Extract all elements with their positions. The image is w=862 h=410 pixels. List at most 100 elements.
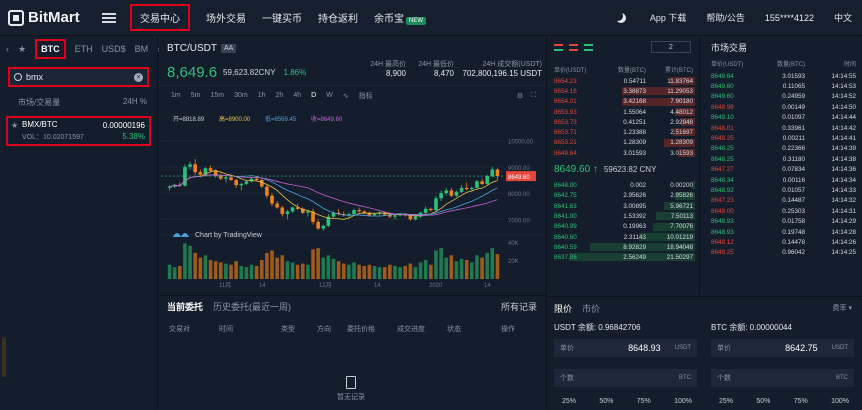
book-view-both-icon[interactable] bbox=[554, 43, 563, 51]
book-bids-row[interactable]: 8641.63 3.00895 5.96721 bbox=[548, 201, 699, 211]
sell-price-input[interactable]: 单价 8642.75 USDT bbox=[711, 339, 854, 357]
app-download-menu[interactable]: App 下载 bbox=[650, 11, 687, 24]
settings-gear-icon[interactable]: ⚙ bbox=[517, 92, 523, 100]
book-asks-row[interactable]: 8654.16 3.38873 11.29053 bbox=[548, 86, 699, 96]
nav-trade-center[interactable]: 交易中心 bbox=[130, 4, 190, 31]
chevron-left-icon[interactable]: ‹ bbox=[6, 44, 9, 54]
volume-bar bbox=[208, 260, 213, 279]
buy-qty-input[interactable]: 个数 BTC bbox=[554, 369, 697, 387]
hamburger-menu-icon[interactable] bbox=[102, 11, 116, 25]
buy-pct-75[interactable]: 75% bbox=[637, 398, 651, 405]
tab-limit[interactable]: 限价 bbox=[554, 302, 572, 315]
interval-2h[interactable]: 2h bbox=[276, 92, 284, 99]
trade-time: 14:14:38 bbox=[831, 155, 856, 163]
candle-body bbox=[444, 190, 449, 194]
candle-body bbox=[244, 181, 249, 184]
line-style-icon[interactable]: ∿ bbox=[343, 92, 349, 100]
dark-mode-icon[interactable] bbox=[616, 13, 626, 23]
tab-market[interactable]: 市价 bbox=[582, 302, 600, 315]
nav-savings[interactable]: 余币宝 NEW bbox=[374, 10, 426, 25]
trade-qty: 0.22366 bbox=[782, 145, 805, 153]
buy-qty-unit: BTC bbox=[679, 375, 691, 381]
book-asks-row[interactable]: 8653.21 1.28309 1.28309 bbox=[548, 138, 699, 148]
sell-pct-75[interactable]: 75% bbox=[794, 398, 808, 405]
interval-5m[interactable]: 5m bbox=[191, 92, 201, 99]
book-bids-row[interactable]: 8641.00 1.53392 7.50113 bbox=[548, 211, 699, 221]
font-size-badge[interactable]: AA bbox=[221, 43, 237, 53]
bitmart-logo[interactable]: BitMart bbox=[8, 9, 94, 26]
favorites-star-icon[interactable]: ★ bbox=[18, 44, 26, 55]
nav-buy-crypto[interactable]: 一键买币 bbox=[262, 10, 302, 25]
tab-order-history[interactable]: 历史委托(最近一周) bbox=[213, 300, 291, 313]
interval-1h[interactable]: 1h bbox=[258, 92, 266, 99]
interval-d[interactable]: D bbox=[311, 92, 316, 99]
market-tab-eth[interactable]: ETH bbox=[75, 44, 93, 54]
market-tab-bm[interactable]: BM bbox=[135, 44, 149, 54]
y-tick-label: 7000.00 bbox=[508, 218, 530, 224]
book-asks-row[interactable]: 8654.01 3.42168 7.90180 bbox=[548, 97, 699, 107]
nav-holding-rebate[interactable]: 持仓返利 bbox=[318, 10, 358, 25]
interval-4h[interactable]: 4h bbox=[293, 92, 301, 99]
book-qty: 8.92829 bbox=[623, 243, 646, 251]
book-bids-row[interactable]: 8640.60 2.31143 10.01219 bbox=[548, 232, 699, 242]
buy-pct-50[interactable]: 50% bbox=[599, 398, 613, 405]
interval-30m[interactable]: 30m bbox=[234, 92, 248, 99]
sidebar-resize-handle[interactable] bbox=[2, 337, 6, 377]
sell-qty-input[interactable]: 个数 BTC bbox=[711, 369, 854, 387]
col-pair: 交易对 bbox=[169, 326, 190, 333]
buy-price-input[interactable]: 单价 8648.93 USDT bbox=[554, 339, 697, 357]
buy-pct-25[interactable]: 25% bbox=[562, 398, 576, 405]
volume-bar bbox=[229, 264, 233, 279]
col-time: 时间 bbox=[219, 326, 233, 333]
empty-state: 暂无记录 bbox=[337, 376, 365, 402]
market-tab-usd[interactable]: USD$ bbox=[102, 44, 126, 54]
buy-pct-100[interactable]: 100% bbox=[674, 398, 692, 405]
volume-bar bbox=[218, 262, 223, 279]
book-asks-row[interactable]: 8649.64 3.01593 3.01593 bbox=[548, 148, 699, 158]
language-menu[interactable]: 中文 bbox=[834, 11, 852, 24]
nav-otc[interactable]: 场外交易 bbox=[206, 10, 246, 25]
volume-bar bbox=[203, 255, 208, 279]
help-menu[interactable]: 帮助/公告 bbox=[706, 11, 745, 24]
book-asks-row[interactable]: 8653.71 1.23388 2.51697 bbox=[548, 127, 699, 137]
volume-bar bbox=[239, 265, 244, 279]
clear-search-icon[interactable]: × bbox=[134, 72, 143, 82]
user-menu[interactable]: 155****4122 bbox=[765, 13, 814, 23]
book-view-bids-icon[interactable] bbox=[584, 43, 593, 51]
book-bids-row[interactable]: 8640.99 0.19963 7.70076 bbox=[548, 222, 699, 232]
precision-select[interactable]: 2 bbox=[651, 41, 691, 53]
book-asks-row[interactable]: 8653.93 1.55064 4.48012 bbox=[548, 107, 699, 117]
volume-bar bbox=[413, 267, 418, 279]
tab-open-orders[interactable]: 当前委托 bbox=[167, 300, 203, 313]
book-bids-row[interactable]: 8648.00 0.002 0.00200 bbox=[548, 180, 699, 190]
interval-1m[interactable]: 1m bbox=[171, 92, 181, 99]
star-icon[interactable]: ★ bbox=[11, 121, 18, 130]
col-24h-change[interactable]: 24H % bbox=[123, 97, 147, 108]
col-market-volume[interactable]: 市场/交易量 bbox=[18, 97, 60, 108]
book-view-asks-icon[interactable] bbox=[569, 43, 578, 51]
book-asks-row[interactable]: 8654.23 0.54711 11.83764 bbox=[548, 76, 699, 86]
interval-w[interactable]: W bbox=[326, 92, 333, 99]
book-bids-row[interactable]: 8637.86 2.56249 21.50297 bbox=[548, 252, 699, 262]
interval-15m[interactable]: 15m bbox=[210, 92, 224, 99]
book-bids-row[interactable]: 8640.59 8.92829 18.94048 bbox=[548, 242, 699, 252]
market-tab-btc[interactable]: BTC bbox=[35, 39, 66, 59]
trade-time: 14:14:36 bbox=[831, 166, 856, 174]
fullscreen-icon[interactable]: ⛶ bbox=[531, 92, 536, 100]
sell-pct-25[interactable]: 25% bbox=[719, 398, 733, 405]
trade-row: 8648.98 0.00149 14:14:50 bbox=[701, 102, 862, 112]
nav-savings-label: 余币宝 bbox=[374, 14, 404, 25]
candlestick-chart[interactable]: 10000.00 9000.00 8000.00 7000.00 8649.60 开=88… bbox=[159, 113, 547, 288]
sell-pct-100[interactable]: 100% bbox=[831, 398, 849, 405]
fee-rate-menu[interactable]: 费率 ▾ bbox=[833, 303, 852, 313]
volume-bar bbox=[172, 267, 177, 279]
all-records-link[interactable]: 所有记录 bbox=[501, 300, 537, 313]
candle-body bbox=[429, 208, 433, 211]
indicator-button[interactable]: 指标 bbox=[359, 91, 373, 101]
buy-price-label: 单价 bbox=[560, 345, 574, 352]
sell-pct-50[interactable]: 50% bbox=[756, 398, 770, 405]
book-asks-row[interactable]: 8653.73 0.41251 2.92948 bbox=[548, 117, 699, 127]
market-search-input[interactable] bbox=[26, 72, 126, 82]
pair-row-bmx-btc[interactable]: ★ BMX/BTC VOL：10.02071597 0.00000196 5.3… bbox=[6, 116, 151, 146]
book-bids-row[interactable]: 8642.75 2.95626 2.95826 bbox=[548, 191, 699, 201]
